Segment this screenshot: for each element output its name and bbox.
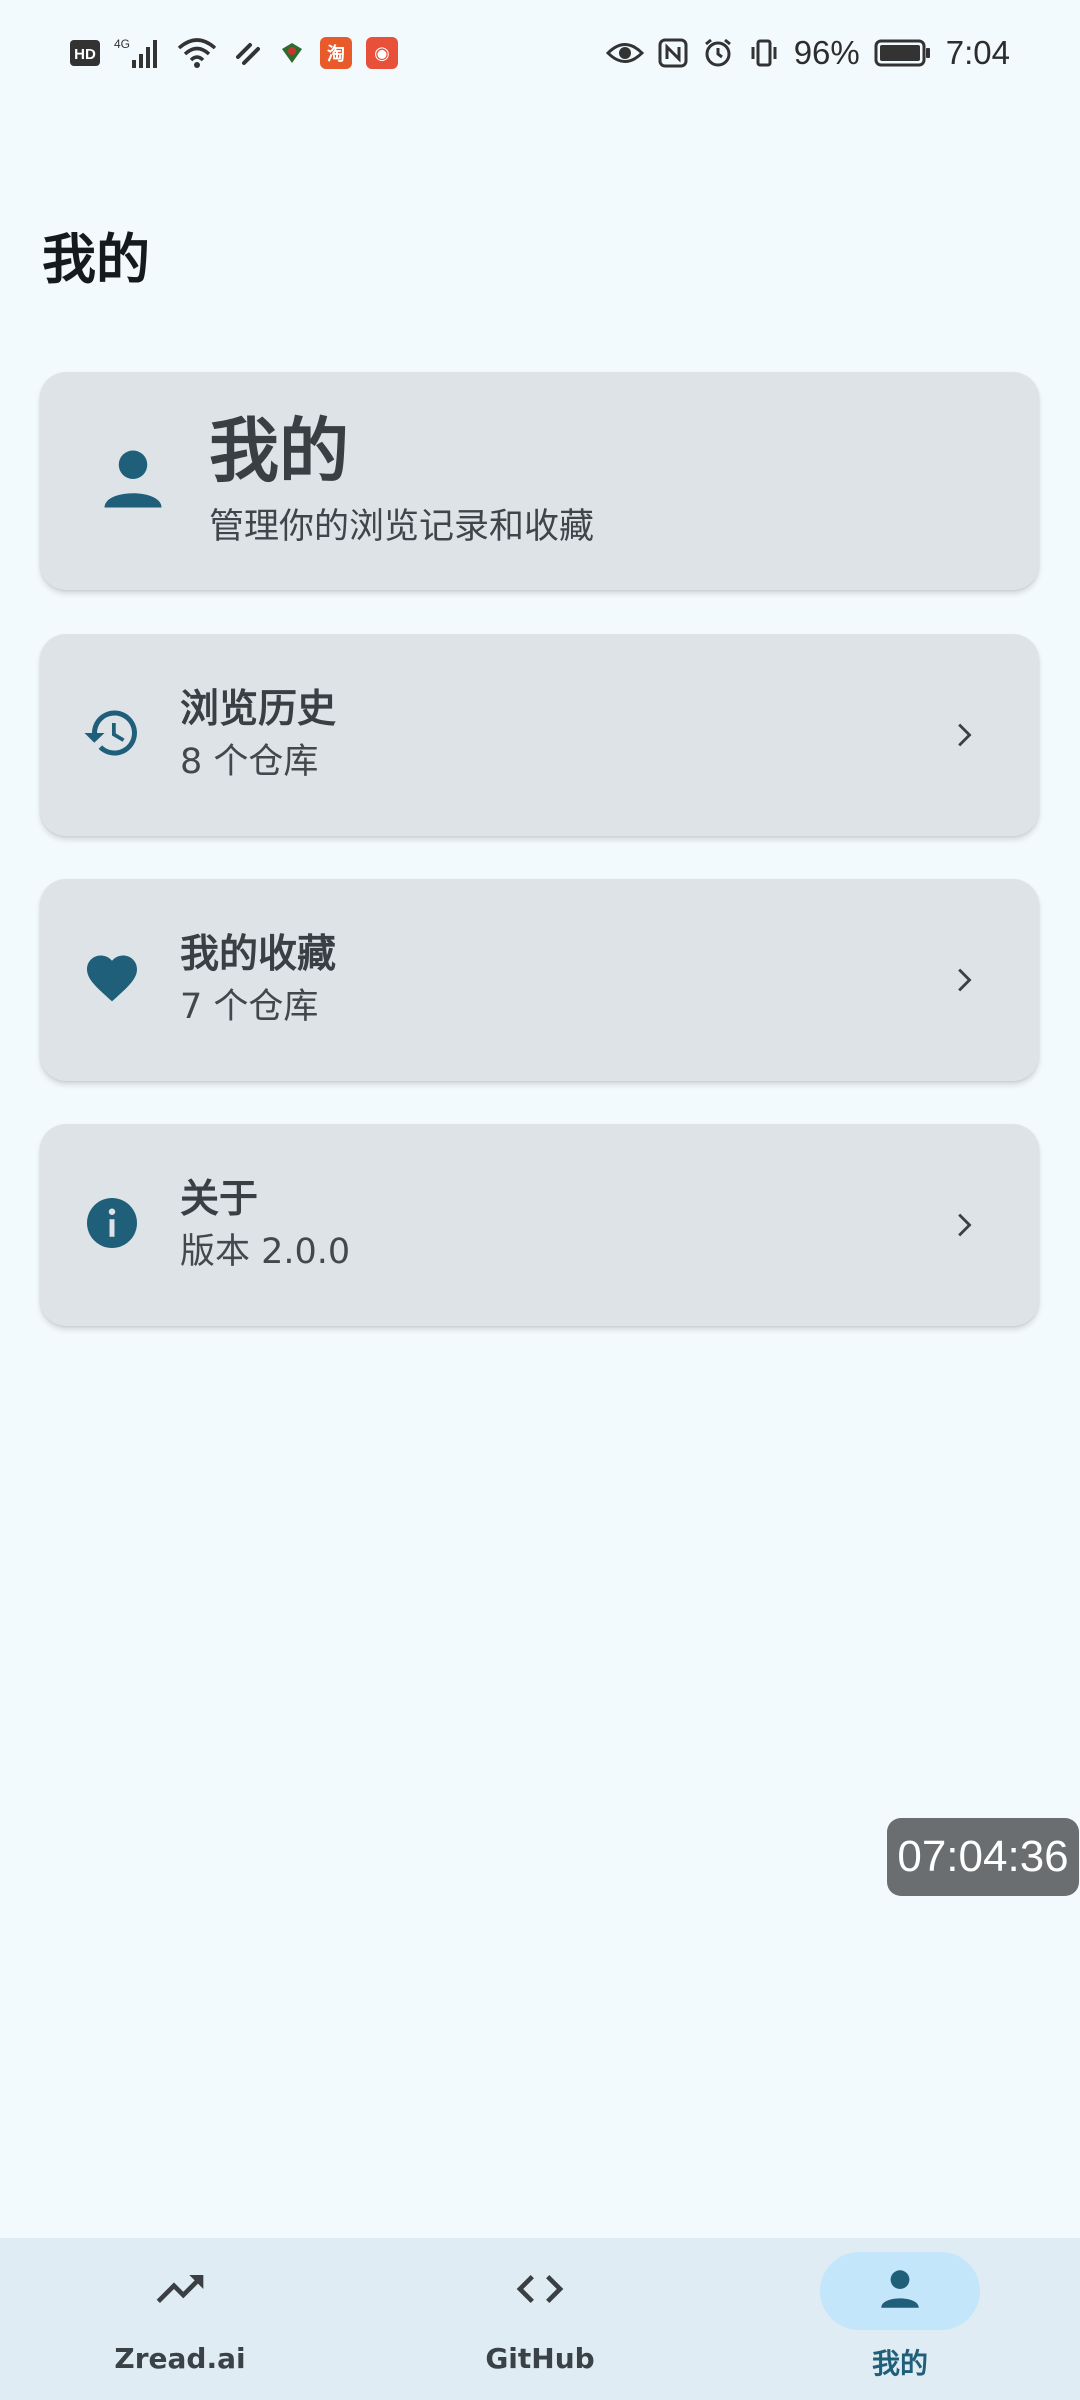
code-icon xyxy=(512,2261,568,2321)
profile-subtitle: 管理你的浏览记录和收藏 xyxy=(209,507,595,547)
link-icon xyxy=(232,37,264,69)
history-count: 8 个仓库 xyxy=(180,741,319,782)
page-title: 我的 xyxy=(42,228,150,291)
nav-mine[interactable]: 我的 xyxy=(720,2238,1080,2400)
status-left: HD 4G 淘 ◉ xyxy=(70,36,398,70)
nav-icon-wrap xyxy=(100,2252,260,2330)
nav-label-zread: Zread.ai xyxy=(114,2342,246,2375)
history-icon xyxy=(82,703,142,767)
profile-card[interactable]: 我的 管理你的浏览记录和收藏 xyxy=(40,372,1039,590)
app-icon-1 xyxy=(278,39,306,67)
info-icon xyxy=(82,1193,142,1257)
about-title: 关于 xyxy=(180,1176,259,1222)
status-bar: HD 4G 淘 ◉ 96% 7:04 xyxy=(0,0,1080,106)
battery-percent: 96% xyxy=(793,34,860,71)
app-icon-2: ◉ xyxy=(366,37,398,69)
nav-label-mine: 我的 xyxy=(871,2347,928,2380)
clock: 7:04 xyxy=(945,34,1010,71)
4g-signal-icon: 4G xyxy=(114,36,162,70)
trending-icon xyxy=(152,2261,208,2321)
battery-icon xyxy=(874,38,932,68)
timer-overlay: 07:04:36 xyxy=(887,1818,1079,1896)
favorites-texts: 我的收藏 7 个仓库 xyxy=(180,930,943,1030)
alarm-icon xyxy=(702,37,734,69)
taobao-icon: 淘 xyxy=(320,37,352,69)
nav-label-github: GitHub xyxy=(485,2342,595,2375)
person-icon xyxy=(95,441,171,521)
version-text: 版本 2.0.0 xyxy=(180,1231,351,1272)
nfc-icon xyxy=(658,38,688,68)
vibrate-icon xyxy=(748,37,780,69)
eye-icon xyxy=(605,40,644,66)
nav-icon-wrap-active xyxy=(820,2252,980,2330)
nav-icon-wrap xyxy=(460,2252,620,2330)
history-texts: 浏览历史 8 个仓库 xyxy=(180,685,943,785)
chevron-right-icon xyxy=(943,715,983,755)
history-row[interactable]: 浏览历史 8 个仓库 xyxy=(40,634,1039,836)
favorites-count: 7 个仓库 xyxy=(180,986,319,1027)
favorites-title: 我的收藏 xyxy=(180,931,337,977)
nav-github[interactable]: GitHub xyxy=(360,2238,720,2400)
about-texts: 关于 版本 2.0.0 xyxy=(180,1175,943,1275)
chevron-right-icon xyxy=(943,960,983,1000)
wifi-icon xyxy=(176,37,218,69)
svg-text:HD: HD xyxy=(74,46,96,63)
bottom-nav: Zread.ai GitHub 我的 xyxy=(0,2238,1080,2400)
favorites-row[interactable]: 我的收藏 7 个仓库 xyxy=(40,879,1039,1081)
chevron-right-icon xyxy=(943,1205,983,1245)
svg-text:4G: 4G xyxy=(114,37,130,51)
profile-texts: 我的 管理你的浏览记录和收藏 xyxy=(209,413,594,549)
nav-zread[interactable]: Zread.ai xyxy=(0,2238,360,2400)
profile-title: 我的 xyxy=(209,410,349,492)
about-row[interactable]: 关于 版本 2.0.0 xyxy=(40,1124,1039,1326)
history-title: 浏览历史 xyxy=(180,686,337,732)
heart-icon xyxy=(82,948,142,1012)
person-icon xyxy=(875,2264,925,2318)
status-right: 96% 7:04 xyxy=(605,34,1010,72)
hd-icon: HD xyxy=(70,40,100,66)
